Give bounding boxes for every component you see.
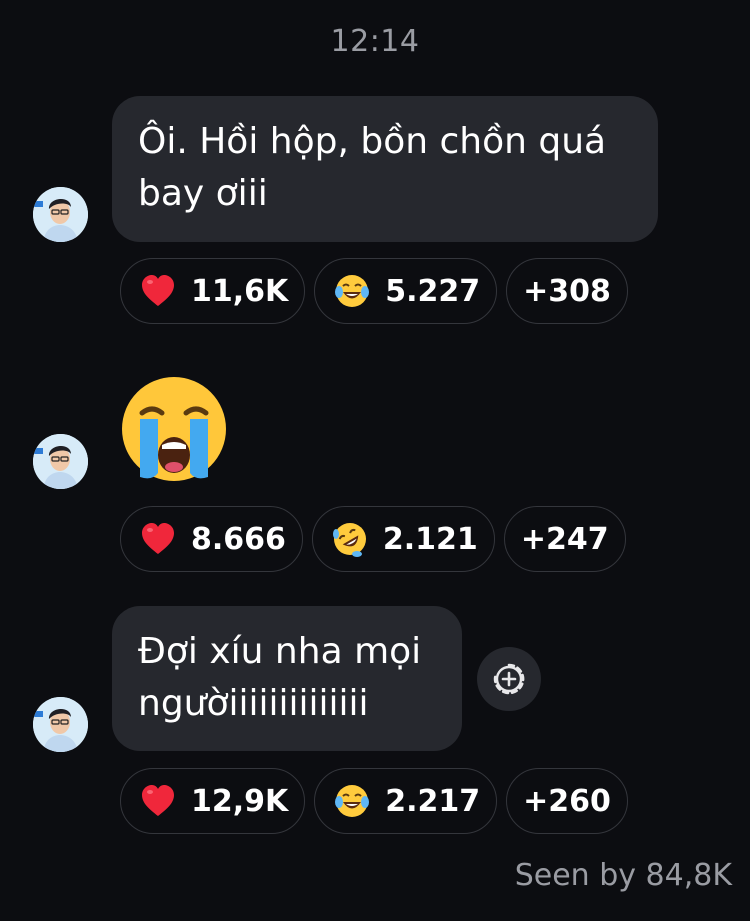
reaction-heart-chip[interactable]: 12,9K (120, 768, 306, 834)
reaction-laugh-chip[interactable]: 2.217 (314, 768, 498, 834)
more-reactions-count: +308 (523, 273, 611, 309)
reaction-count: 12,9K (191, 783, 289, 819)
red-heart-icon (139, 782, 177, 820)
loudly-crying-face-icon[interactable] (118, 373, 230, 485)
more-reactions-chip[interactable]: +308 (506, 258, 628, 324)
reaction-count: 5.227 (385, 273, 481, 309)
sender-avatar[interactable] (33, 187, 88, 242)
reaction-laugh-chip[interactable]: 5.227 (314, 258, 498, 324)
face-with-tears-of-joy-icon (333, 272, 371, 310)
add-reaction-button[interactable] (477, 647, 541, 711)
message-bubble[interactable]: Đợi xíu nha mọi ngườiiiiiiiiiiiiii (112, 606, 462, 751)
more-reactions-chip[interactable]: +247 (503, 506, 626, 572)
red-heart-icon (139, 520, 177, 558)
rolling-on-floor-laughing-icon (331, 520, 369, 558)
red-heart-icon (139, 272, 177, 310)
reaction-bar: 12,9K 2.217 +260 (120, 768, 628, 834)
face-with-tears-of-joy-icon (333, 782, 371, 820)
sender-avatar[interactable] (33, 697, 88, 752)
reaction-count: 8.666 (191, 521, 286, 557)
reaction-count: 2.121 (382, 521, 478, 557)
reaction-heart-chip[interactable]: 11,6K (120, 258, 306, 324)
reaction-bar: 11,6K 5.227 +308 (120, 258, 628, 324)
more-reactions-chip[interactable]: +260 (506, 768, 628, 834)
reaction-bar: 8.666 2.121 +247 (120, 506, 626, 572)
more-reactions-count: +260 (523, 783, 611, 819)
message-text: Đợi xíu nha mọi ngườiiiiiiiiiiiiii (138, 631, 422, 724)
sender-avatar[interactable] (33, 434, 88, 489)
reaction-heart-chip[interactable]: 8.666 (120, 506, 303, 572)
reaction-count: 2.217 (385, 783, 481, 819)
reaction-rofl-chip[interactable]: 2.121 (311, 506, 495, 572)
add-reaction-icon (493, 663, 525, 695)
message-timestamp: 12:14 (330, 24, 420, 59)
message-text: Ôi. Hồi hộp, bồn chồn quá bay ơiii (138, 121, 607, 214)
reaction-count: 11,6K (191, 273, 289, 309)
seen-by-count[interactable]: Seen by 84,8K (515, 858, 732, 893)
more-reactions-count: +247 (520, 521, 609, 557)
message-bubble[interactable]: Ôi. Hồi hộp, bồn chồn quá bay ơiii (112, 96, 658, 242)
